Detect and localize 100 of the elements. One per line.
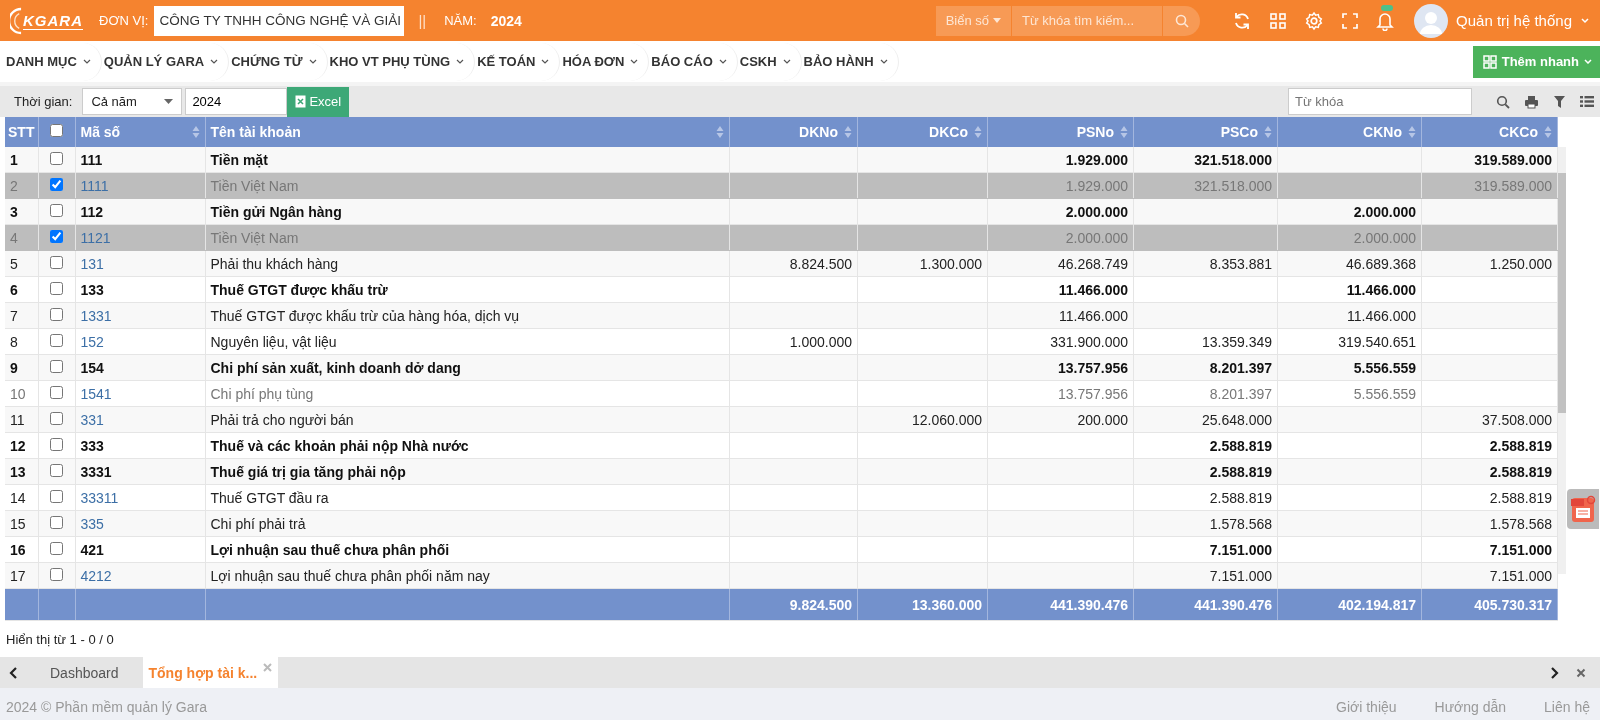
amount: 8.201.397 <box>1209 385 1272 402</box>
row-checkbox[interactable] <box>49 177 63 191</box>
amount: 13.757.956 <box>1057 359 1128 376</box>
apps-grid-icon[interactable] <box>1269 11 1288 30</box>
menu-item[interactable]: KẾ TOÁN <box>475 42 561 81</box>
amount: 2.000.000 <box>1353 203 1416 220</box>
caret-down-icon <box>993 18 1002 23</box>
menu-item[interactable]: BẢO HÀNH <box>801 42 899 81</box>
menu-item[interactable]: BÁO CÁO <box>649 42 738 81</box>
search-field[interactable]: Từ khóa tìm kiếm... <box>1012 5 1163 36</box>
amount: 7.151.000 <box>1209 541 1272 558</box>
grid-icon <box>1482 54 1497 69</box>
pdf-button[interactable] <box>1567 489 1599 529</box>
amount: 7.151.000 <box>1489 567 1552 584</box>
avatar-icon[interactable] <box>1414 3 1449 38</box>
chevron-down-icon <box>210 59 219 64</box>
excel-button[interactable]: Excel <box>287 86 350 117</box>
amount: 37.508.000 <box>1481 411 1552 428</box>
user-menu[interactable]: Quản trị hệ thống <box>1456 12 1572 29</box>
row-checkbox[interactable] <box>49 541 63 555</box>
amount: 7.151.000 <box>1209 567 1272 584</box>
amount: 13.359.349 <box>1201 333 1272 350</box>
spreadsheet-file-icon <box>295 95 307 108</box>
menu-item[interactable]: HÓA ĐƠN <box>560 42 650 81</box>
printer-icon[interactable] <box>1524 94 1539 109</box>
menu-item[interactable]: DANH MỤC <box>4 42 102 81</box>
footer-link[interactable]: Hướng dẫn <box>1434 699 1507 715</box>
footer-link[interactable]: Liên hệ <box>1544 699 1590 715</box>
account-code[interactable]: 4212 <box>75 562 205 589</box>
account-name: Lợi nhuận sau thuế chưa phân phối <box>205 536 730 563</box>
row-checkbox[interactable] <box>49 255 63 269</box>
row-checkbox[interactable] <box>49 437 63 451</box>
account-name: Tiền mặt <box>205 147 730 173</box>
notification-bell-icon[interactable] <box>1376 10 1395 31</box>
row-checkbox[interactable] <box>49 203 63 217</box>
amount: 200.000 <box>1077 411 1128 428</box>
logo-swoosh-icon <box>10 6 22 35</box>
account-code[interactable]: 131 <box>75 250 205 277</box>
row-checkbox[interactable] <box>49 307 63 321</box>
row-checkbox[interactable] <box>49 359 63 373</box>
separator: || <box>418 12 427 29</box>
row-checkbox[interactable] <box>49 515 63 529</box>
row-number: 12 <box>5 432 38 459</box>
chevron-right-icon[interactable] <box>1550 665 1560 680</box>
row-checkbox[interactable] <box>49 489 63 503</box>
account-code[interactable]: 1121 <box>75 224 205 251</box>
account-code: 112 <box>75 198 205 225</box>
account-name: Thuế GTGT được khấu trừ của hàng hóa, dịch vụ <box>205 302 730 329</box>
row-checkbox[interactable] <box>49 411 63 425</box>
total-amount: 402.194.817 <box>1338 596 1416 613</box>
search-icon[interactable] <box>1496 94 1510 109</box>
tab-label[interactable]: Tổng hợp tài k... <box>148 664 258 681</box>
account-code[interactable]: 1331 <box>75 302 205 329</box>
row-checkbox[interactable] <box>49 281 63 295</box>
account-name: Thuế và các khoản phải nộp Nhà nước <box>205 432 730 459</box>
sort-icon <box>716 125 724 139</box>
page-tab[interactable]: Dashboard <box>26 657 143 688</box>
account-code[interactable]: 1111 <box>75 172 205 199</box>
keyword-field[interactable]: Từ khóa <box>1288 88 1472 115</box>
account-code[interactable]: 335 <box>75 510 205 537</box>
row-checkbox[interactable] <box>49 229 63 243</box>
row-number: 17 <box>5 562 38 589</box>
account-code[interactable]: 1541 <box>75 380 205 407</box>
row-checkbox[interactable] <box>49 385 63 399</box>
account-name: Thuế GTGT đầu ra <box>205 484 730 511</box>
amount: 46.268.749 <box>1057 255 1128 272</box>
row-checkbox[interactable] <box>49 567 63 581</box>
year-field[interactable]: 2024 <box>185 88 288 115</box>
amount: 321.518.000 <box>1194 177 1272 194</box>
row-checkbox[interactable] <box>49 333 63 347</box>
menu-item[interactable]: CSKH <box>737 42 802 81</box>
row-checkbox[interactable] <box>49 151 63 165</box>
row-number: 10 <box>5 380 38 407</box>
scrollbar[interactable] <box>1558 147 1566 574</box>
menu-item[interactable]: KHO VT PHỤ TÙNG <box>327 42 476 81</box>
pdf-file-icon <box>1570 494 1596 524</box>
account-name: Nguyên liệu, vật liệu <box>205 328 730 355</box>
time-label: Thời gian: <box>14 94 73 109</box>
account-code[interactable]: 152 <box>75 328 205 355</box>
account-code[interactable]: 33311 <box>75 484 205 511</box>
row-number: 1 <box>5 147 38 173</box>
list-icon[interactable] <box>1580 95 1594 108</box>
menu-item[interactable]: QUẢN LÝ GARA <box>101 42 230 81</box>
logo[interactable]: KGARA <box>23 11 83 30</box>
quick-add-button[interactable]: Thêm nhanh <box>1472 45 1600 78</box>
row-number: 11 <box>5 406 38 433</box>
select-all-checkbox[interactable] <box>49 124 63 137</box>
settings-icon[interactable] <box>1304 10 1325 31</box>
year-value: 2024 <box>490 12 522 29</box>
page-tab[interactable]: Tổng hợp tài k... <box>142 657 279 688</box>
amount: 2.000.000 <box>1065 229 1128 246</box>
tab-label[interactable]: Dashboard <box>50 664 119 681</box>
account-code[interactable]: 331 <box>75 406 205 433</box>
close-icon[interactable] <box>1576 667 1586 678</box>
row-checkbox[interactable] <box>49 463 63 477</box>
filter-icon[interactable] <box>1553 94 1566 109</box>
period-select[interactable]: Cả năm <box>82 88 183 115</box>
chevron-left-icon[interactable] <box>8 665 18 680</box>
unit-select[interactable]: CÔNG TY TNHH CÔNG NGHỆ VÀ GIẢI <box>154 5 405 36</box>
menu-item[interactable]: CHỨNG TỪ <box>229 42 328 81</box>
